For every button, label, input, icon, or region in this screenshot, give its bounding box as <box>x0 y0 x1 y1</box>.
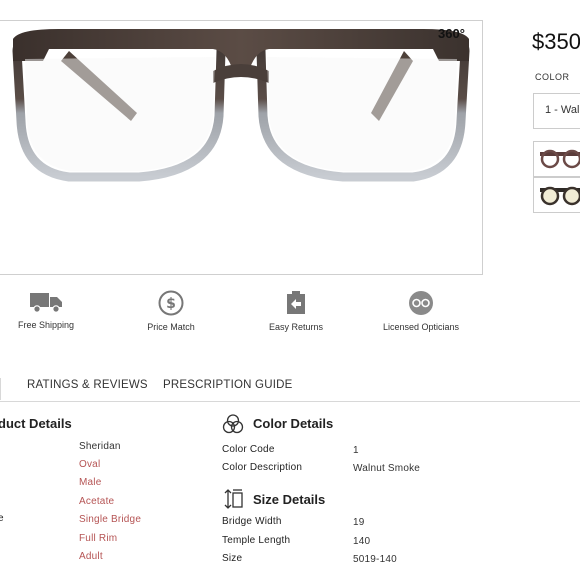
dollar-icon: $ <box>158 290 184 316</box>
size-arrows-icon <box>224 489 243 509</box>
svg-text:$: $ <box>166 296 176 312</box>
temple-length-label: Temple Length <box>222 535 291 546</box>
detail-value-rim[interactable]: Full Rim <box>79 533 117 544</box>
feature-label: Easy Returns <box>268 322 324 332</box>
temple-length-value: 140 <box>353 536 371 547</box>
feature-easy-returns: Easy Returns <box>241 290 351 332</box>
color-select[interactable]: 1 - Walnut Smoke <box>533 93 580 129</box>
tab-prescription-guide[interactable]: PRESCRIPTION GUIDE <box>163 379 292 391</box>
detail-value-material[interactable]: Acetate <box>79 496 114 507</box>
tab-underline <box>0 401 580 402</box>
feature-label: Free Shipping <box>17 320 75 330</box>
color-select-value: 1 - Walnut Smoke <box>545 104 580 116</box>
product-price: $350 <box>532 29 580 54</box>
feature-free-shipping: Free Shipping <box>0 290 101 330</box>
bridge-width-label: Bridge Width <box>222 516 282 527</box>
color-label: COLOR <box>535 72 570 82</box>
detail-value-bridge[interactable]: Single Bridge <box>79 514 141 525</box>
eyes-icon <box>409 291 433 315</box>
feature-licensed-opticians: Licensed Opticians <box>366 290 476 332</box>
bridge-width-value: 19 <box>353 517 365 528</box>
color-description-label: Color Description <box>222 462 303 473</box>
color-swatch-walnut-smoke[interactable] <box>533 141 580 177</box>
color-description-value: Walnut Smoke <box>353 463 421 474</box>
tab-divider <box>0 378 4 400</box>
detail-value-shape[interactable]: Oval <box>79 459 100 470</box>
size-details-title: Size Details <box>253 492 326 507</box>
tab-ratings-reviews[interactable]: RATINGS & REVIEWS <box>27 379 148 391</box>
color-details-title: Color Details <box>253 416 334 431</box>
color-swatch-tortoise[interactable] <box>533 177 580 213</box>
rotate-360-label: 360° <box>438 26 465 41</box>
truck-icon <box>30 293 62 313</box>
size-label: Size <box>222 553 243 564</box>
detail-value-gender[interactable]: Male <box>79 477 101 488</box>
product-details-cut-label: e <box>0 513 4 524</box>
size-value: 5019-140 <box>353 554 397 565</box>
feature-label: Licensed Opticians <box>382 322 460 332</box>
product-details-title: duct Details <box>0 416 72 431</box>
color-code-label: Color Code <box>222 444 275 455</box>
feature-label: Price Match <box>147 322 195 332</box>
color-code-value: 1 <box>353 445 359 456</box>
rotate-360-button[interactable]: 360° <box>438 26 465 41</box>
swatch-glasses-icon <box>540 186 580 206</box>
return-box-icon <box>287 291 305 314</box>
feature-price-match: $ Price Match <box>116 290 226 332</box>
color-circles-icon <box>222 414 244 434</box>
detail-value-frame-name: Sheridan <box>79 441 121 452</box>
swatch-glasses-icon <box>540 149 580 169</box>
product-image-viewer[interactable] <box>0 20 483 275</box>
detail-value-age[interactable]: Adult <box>79 551 103 562</box>
glasses-image <box>12 29 470 182</box>
